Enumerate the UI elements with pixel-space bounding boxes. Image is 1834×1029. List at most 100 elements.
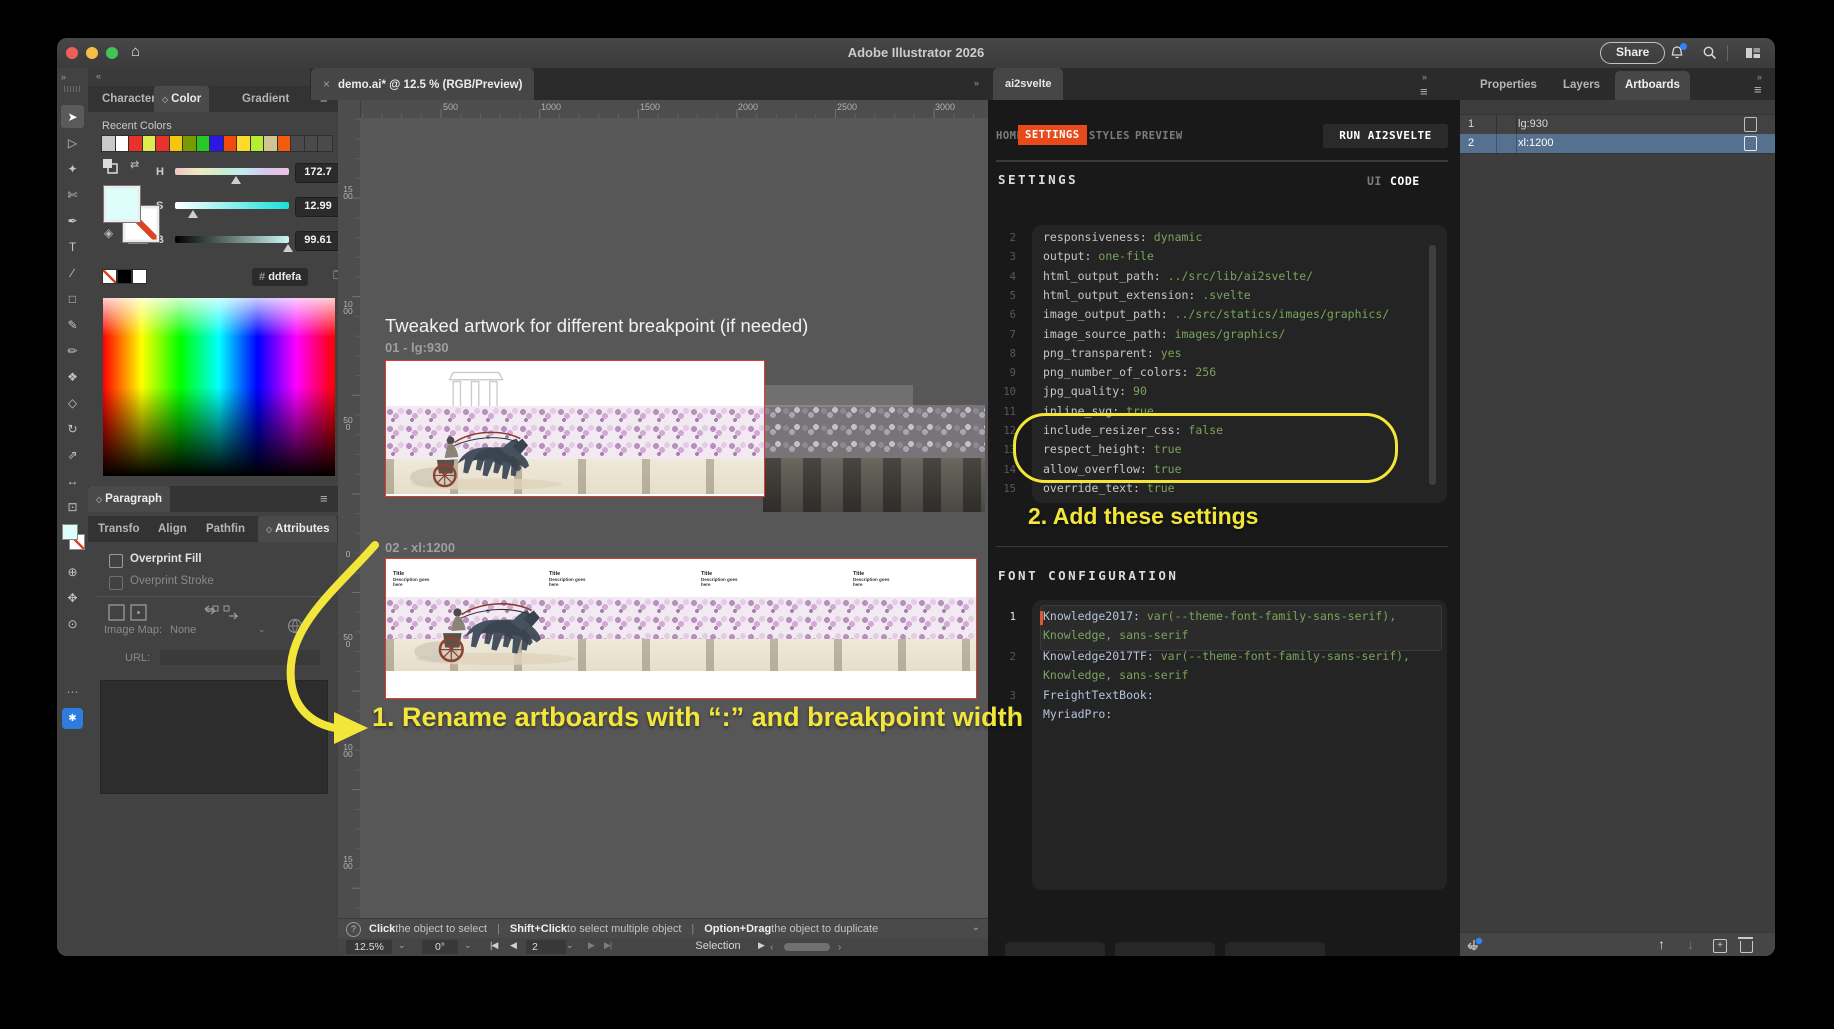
hint-chevron-icon[interactable]: ⌄ xyxy=(972,922,980,933)
type-tool[interactable]: T xyxy=(61,235,84,258)
tab-properties[interactable]: Properties xyxy=(1470,71,1547,100)
pencil-tool[interactable]: ✏ xyxy=(61,339,84,362)
move-down-icon[interactable]: ↓ xyxy=(1687,936,1694,952)
status-expand-icon[interactable]: ▶ xyxy=(758,940,764,951)
artboards-panel-menu-icon[interactable]: ≡ xyxy=(1754,82,1762,97)
saturation-slider[interactable] xyxy=(175,202,289,209)
magic-wand-tool[interactable]: ✦ xyxy=(61,157,84,180)
nav-styles[interactable]: STYLES xyxy=(1089,130,1130,142)
tab-paragraph[interactable]: ◇Paragraph xyxy=(88,486,170,512)
recent-swatch[interactable] xyxy=(143,136,157,151)
color-spectrum[interactable] xyxy=(103,298,335,476)
settings-line[interactable]: 10jpg_quality: 90 xyxy=(996,384,1147,398)
tab-layers[interactable]: Layers xyxy=(1553,71,1610,100)
settings-line[interactable]: 3output: one-file xyxy=(996,249,1154,263)
zoom-chevron-icon[interactable]: ⌄ xyxy=(398,940,406,951)
image-map-chevron-icon[interactable]: ⌄ xyxy=(258,624,266,635)
attributes-list-box[interactable] xyxy=(100,680,328,794)
scroll-left-icon[interactable]: ‹ xyxy=(770,942,773,953)
recent-swatch[interactable] xyxy=(237,136,251,151)
recent-swatch[interactable] xyxy=(116,136,130,151)
fill-color-swatch[interactable] xyxy=(62,524,78,540)
plugin-menu-icon[interactable]: ≡ xyxy=(1420,84,1428,99)
font-line[interactable]: 3FreightTextBook: xyxy=(996,688,1154,702)
saturation-value[interactable]: 12.99 xyxy=(295,197,341,217)
rotation-field[interactable]: 0° xyxy=(422,940,458,954)
collapse-panels-icon[interactable]: « xyxy=(96,71,100,81)
font-line[interactable]: 2Knowledge2017TF: var(--theme-font-famil… xyxy=(996,649,1410,663)
shaper-tool[interactable]: ❖ xyxy=(61,365,84,388)
artboard-lg930[interactable] xyxy=(385,360,765,497)
search-icon[interactable] xyxy=(1702,45,1718,61)
paragraph-panel-menu-icon[interactable]: ≡ xyxy=(320,491,328,506)
artboard2-label[interactable]: 02 - xl:1200 xyxy=(385,540,455,555)
direct-selection-tool[interactable]: ▷ xyxy=(61,131,84,154)
settings-line[interactable]: 7image_source_path: images/graphics/ xyxy=(996,327,1285,341)
overprint-fill-checkbox[interactable] xyxy=(109,554,123,568)
artboard-number-field[interactable]: 2 xyxy=(526,940,566,954)
font-line-wrap[interactable]: Knowledge, sans-serif xyxy=(1043,628,1188,642)
workspace-switcher-icon[interactable] xyxy=(1745,45,1761,61)
settings-line[interactable]: 11inline_svg: true xyxy=(996,404,1154,418)
hex-value-field[interactable]: # ddfefa xyxy=(252,268,308,286)
artboard-xl1200[interactable]: Title Description goes here Title Descri… xyxy=(385,558,977,699)
artboard-page-icon[interactable] xyxy=(1744,117,1757,132)
overprint-stroke-checkbox[interactable] xyxy=(109,576,123,590)
run-ai2svelte-button[interactable]: RUN AI2SVELTE xyxy=(1323,124,1448,148)
reverse-path-direction-icons[interactable] xyxy=(200,604,246,621)
tab-transform[interactable]: Transfo xyxy=(90,516,148,542)
recent-swatch[interactable] xyxy=(264,136,278,151)
delete-artboard-icon[interactable] xyxy=(1740,941,1753,953)
settings-line[interactable]: 5html_output_extension: .svelte xyxy=(996,288,1251,302)
font-line[interactable]: 4MyriadPro: xyxy=(996,707,1112,721)
tab-ai2svelte[interactable]: ai2svelte xyxy=(993,68,1063,100)
artboard-chevron-icon[interactable]: ⌄ xyxy=(566,940,574,951)
bell-icon[interactable] xyxy=(1669,45,1685,61)
brightness-value[interactable]: 99.61 xyxy=(295,231,341,251)
cube-icon[interactable]: ◈ xyxy=(104,226,113,240)
code-toggle[interactable]: CODE xyxy=(1390,174,1420,188)
plugin-overflow-icon[interactable]: » xyxy=(1422,72,1426,82)
document-tab[interactable]: ×demo.ai* @ 12.5 % (RGB/Preview) xyxy=(311,68,534,100)
eraser-tool[interactable]: ◇ xyxy=(61,391,84,414)
recent-swatch[interactable] xyxy=(170,136,184,151)
settings-line[interactable]: 12include_resizer_css: false xyxy=(996,423,1223,437)
free-transform-tool[interactable]: ⊡ xyxy=(61,495,84,518)
close-window-button[interactable] xyxy=(66,47,78,59)
toolbar-expand-icon[interactable]: » xyxy=(61,72,65,82)
font-line-wrap[interactable]: Knowledge, sans-serif xyxy=(1043,668,1188,682)
show-hide-center-icons[interactable] xyxy=(108,604,148,621)
white-swatch[interactable] xyxy=(133,270,146,283)
brightness-slider[interactable] xyxy=(175,236,289,243)
help-icon[interactable]: ? xyxy=(346,922,361,937)
recent-swatch[interactable] xyxy=(183,136,197,151)
settings-scrollbar[interactable] xyxy=(1429,245,1436,485)
settings-line[interactable]: 9png_number_of_colors: 256 xyxy=(996,365,1216,379)
recent-swatch[interactable] xyxy=(156,136,170,151)
settings-line[interactable]: 14allow_overflow: true xyxy=(996,462,1182,476)
settings-line[interactable]: 2responsiveness: dynamic xyxy=(996,230,1202,244)
tab-attributes[interactable]: ◇Attributes xyxy=(258,516,337,542)
settings-line[interactable]: 15override_text: true xyxy=(996,481,1175,495)
nav-settings[interactable]: SETTINGS xyxy=(1018,125,1087,145)
right-panel-overflow-icon[interactable]: » xyxy=(1757,72,1761,82)
none-swatch[interactable] xyxy=(103,270,116,283)
more-tools-icon[interactable]: ⋯ xyxy=(61,680,84,703)
artboard-row-xl1200-selected[interactable]: 2 xl:1200 xyxy=(1460,134,1775,154)
image-map-value[interactable]: None xyxy=(170,624,196,636)
zoom-tool[interactable]: ⊙ xyxy=(61,612,84,635)
ui-toggle[interactable]: UI xyxy=(1367,174,1382,188)
new-artboard-icon[interactable]: + xyxy=(1713,939,1727,953)
recent-swatch[interactable] xyxy=(197,136,211,151)
fill-color-well[interactable] xyxy=(103,185,141,223)
minimize-window-button[interactable] xyxy=(86,47,98,59)
hue-value[interactable]: 172.7 xyxy=(295,163,341,183)
nav-preview[interactable]: PREVIEW xyxy=(1135,130,1183,142)
first-artboard-icon[interactable]: |◀ xyxy=(490,940,497,951)
url-field[interactable] xyxy=(160,650,320,665)
tab-align[interactable]: Align xyxy=(150,516,195,542)
shape-builder-tool[interactable]: ⊕ xyxy=(61,560,84,583)
tab-artboards[interactable]: Artboards xyxy=(1615,71,1690,100)
selection-tool[interactable]: ➤ xyxy=(61,105,84,128)
recent-swatch[interactable] xyxy=(251,136,265,151)
